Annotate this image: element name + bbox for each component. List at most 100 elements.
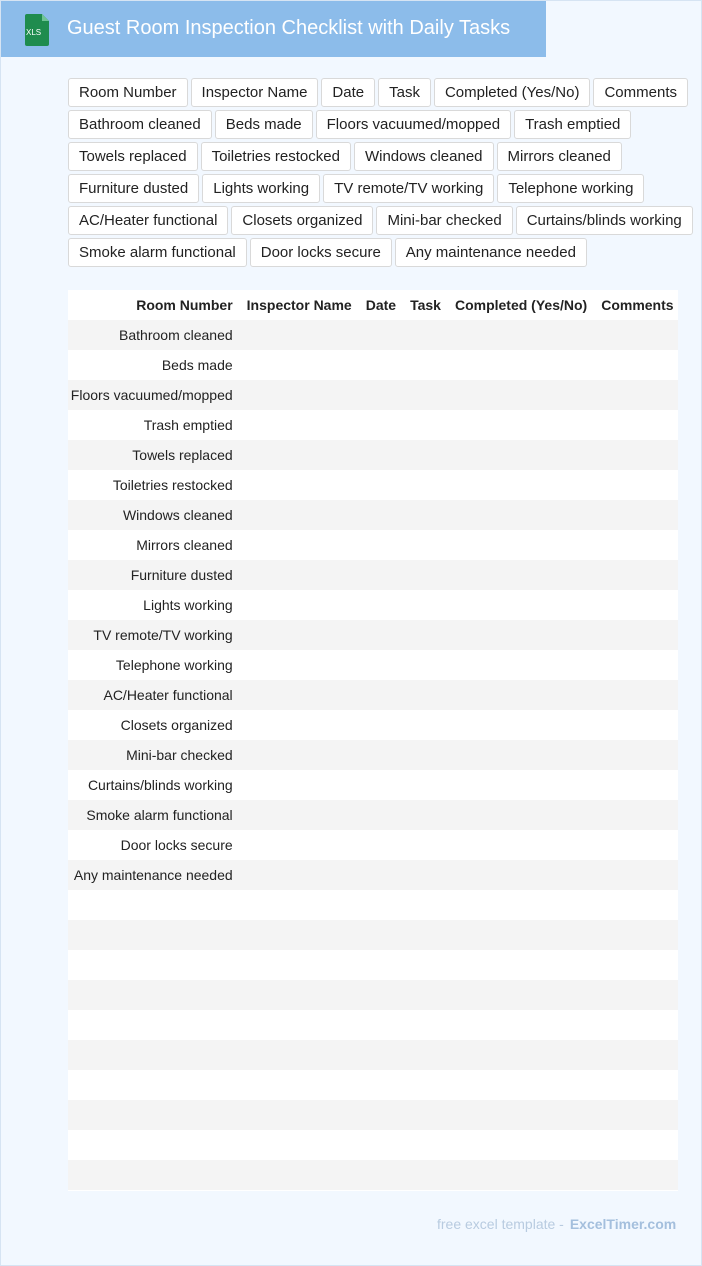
cell-task[interactable] — [403, 1040, 448, 1070]
cell-room-number[interactable]: Beds made — [68, 350, 240, 380]
cell-comments[interactable] — [594, 860, 678, 890]
cell-room-number[interactable]: Towels replaced — [68, 440, 240, 470]
cell-room-number[interactable]: Mini-bar checked — [68, 740, 240, 770]
cell-inspector-name[interactable] — [239, 950, 359, 980]
cell-inspector-name[interactable] — [239, 410, 359, 440]
cell-inspector-name[interactable] — [239, 320, 359, 350]
cell-date[interactable] — [358, 1040, 404, 1070]
cell-completed[interactable] — [447, 1160, 595, 1190]
cell-date[interactable] — [358, 470, 404, 500]
cell-completed[interactable] — [447, 440, 595, 470]
cell-task[interactable] — [403, 830, 448, 860]
cell-comments[interactable] — [594, 890, 678, 920]
cell-task[interactable] — [403, 980, 448, 1010]
cell-task[interactable] — [403, 920, 448, 950]
cell-task[interactable] — [403, 410, 448, 440]
cell-completed[interactable] — [447, 530, 595, 560]
cell-room-number[interactable]: Curtains/blinds working — [68, 770, 240, 800]
cell-inspector-name[interactable] — [239, 890, 359, 920]
cell-completed[interactable] — [447, 800, 595, 830]
cell-comments[interactable] — [594, 320, 678, 350]
cell-task[interactable] — [403, 650, 448, 680]
cell-inspector-name[interactable] — [239, 440, 359, 470]
cell-task[interactable] — [403, 860, 448, 890]
cell-comments[interactable] — [594, 920, 678, 950]
cell-inspector-name[interactable] — [239, 1010, 359, 1040]
cell-task[interactable] — [403, 380, 448, 410]
cell-task[interactable] — [403, 1010, 448, 1040]
cell-room-number[interactable]: Bathroom cleaned — [68, 320, 240, 350]
cell-comments[interactable] — [594, 650, 678, 680]
cell-completed[interactable] — [447, 380, 595, 410]
cell-completed[interactable] — [447, 980, 595, 1010]
cell-comments[interactable] — [594, 830, 678, 860]
cell-room-number[interactable]: Door locks secure — [68, 830, 240, 860]
cell-completed[interactable] — [447, 590, 595, 620]
cell-comments[interactable] — [594, 410, 678, 440]
cell-inspector-name[interactable] — [239, 560, 359, 590]
cell-inspector-name[interactable] — [239, 650, 359, 680]
cell-comments[interactable] — [594, 590, 678, 620]
cell-task[interactable] — [403, 710, 448, 740]
cell-inspector-name[interactable] — [239, 980, 359, 1010]
cell-completed[interactable] — [447, 1100, 595, 1130]
cell-date[interactable] — [358, 500, 404, 530]
cell-room-number[interactable]: Mirrors cleaned — [68, 530, 240, 560]
cell-room-number[interactable] — [68, 920, 240, 950]
cell-room-number[interactable] — [68, 1010, 240, 1040]
cell-completed[interactable] — [447, 890, 595, 920]
cell-completed[interactable] — [447, 620, 595, 650]
cell-date[interactable] — [358, 920, 404, 950]
cell-task[interactable] — [403, 1130, 448, 1160]
cell-date[interactable] — [358, 680, 404, 710]
cell-date[interactable] — [358, 320, 404, 350]
cell-comments[interactable] — [594, 380, 678, 410]
cell-room-number[interactable]: Toiletries restocked — [68, 470, 240, 500]
cell-inspector-name[interactable] — [239, 590, 359, 620]
cell-comments[interactable] — [594, 980, 678, 1010]
cell-date[interactable] — [358, 770, 404, 800]
cell-completed[interactable] — [447, 470, 595, 500]
cell-task[interactable] — [403, 890, 448, 920]
cell-date[interactable] — [358, 380, 404, 410]
cell-inspector-name[interactable] — [239, 770, 359, 800]
cell-completed[interactable] — [447, 920, 595, 950]
cell-task[interactable] — [403, 740, 448, 770]
cell-task[interactable] — [403, 470, 448, 500]
cell-task[interactable] — [403, 800, 448, 830]
cell-room-number[interactable]: Lights working — [68, 590, 240, 620]
cell-date[interactable] — [358, 1130, 404, 1160]
cell-completed[interactable] — [447, 350, 595, 380]
cell-room-number[interactable]: AC/Heater functional — [68, 680, 240, 710]
cell-completed[interactable] — [447, 770, 595, 800]
cell-comments[interactable] — [594, 1010, 678, 1040]
cell-completed[interactable] — [447, 1070, 595, 1100]
cell-inspector-name[interactable] — [239, 860, 359, 890]
cell-comments[interactable] — [594, 350, 678, 380]
cell-date[interactable] — [358, 1160, 404, 1190]
cell-inspector-name[interactable] — [239, 380, 359, 410]
cell-room-number[interactable]: Windows cleaned — [68, 500, 240, 530]
cell-comments[interactable] — [594, 1040, 678, 1070]
cell-completed[interactable] — [447, 710, 595, 740]
cell-task[interactable] — [403, 770, 448, 800]
cell-completed[interactable] — [447, 410, 595, 440]
cell-inspector-name[interactable] — [239, 1160, 359, 1190]
cell-completed[interactable] — [447, 650, 595, 680]
cell-inspector-name[interactable] — [239, 1130, 359, 1160]
cell-completed[interactable] — [447, 500, 595, 530]
cell-task[interactable] — [403, 1160, 448, 1190]
cell-date[interactable] — [358, 590, 404, 620]
cell-comments[interactable] — [594, 620, 678, 650]
cell-inspector-name[interactable] — [239, 470, 359, 500]
cell-comments[interactable] — [594, 1070, 678, 1100]
cell-comments[interactable] — [594, 440, 678, 470]
cell-comments[interactable] — [594, 950, 678, 980]
cell-completed[interactable] — [447, 320, 595, 350]
cell-inspector-name[interactable] — [239, 920, 359, 950]
cell-comments[interactable] — [594, 770, 678, 800]
cell-comments[interactable] — [594, 470, 678, 500]
cell-task[interactable] — [403, 620, 448, 650]
cell-completed[interactable] — [447, 560, 595, 590]
footer-brand-link[interactable]: ExcelTimer.com — [570, 1216, 676, 1232]
